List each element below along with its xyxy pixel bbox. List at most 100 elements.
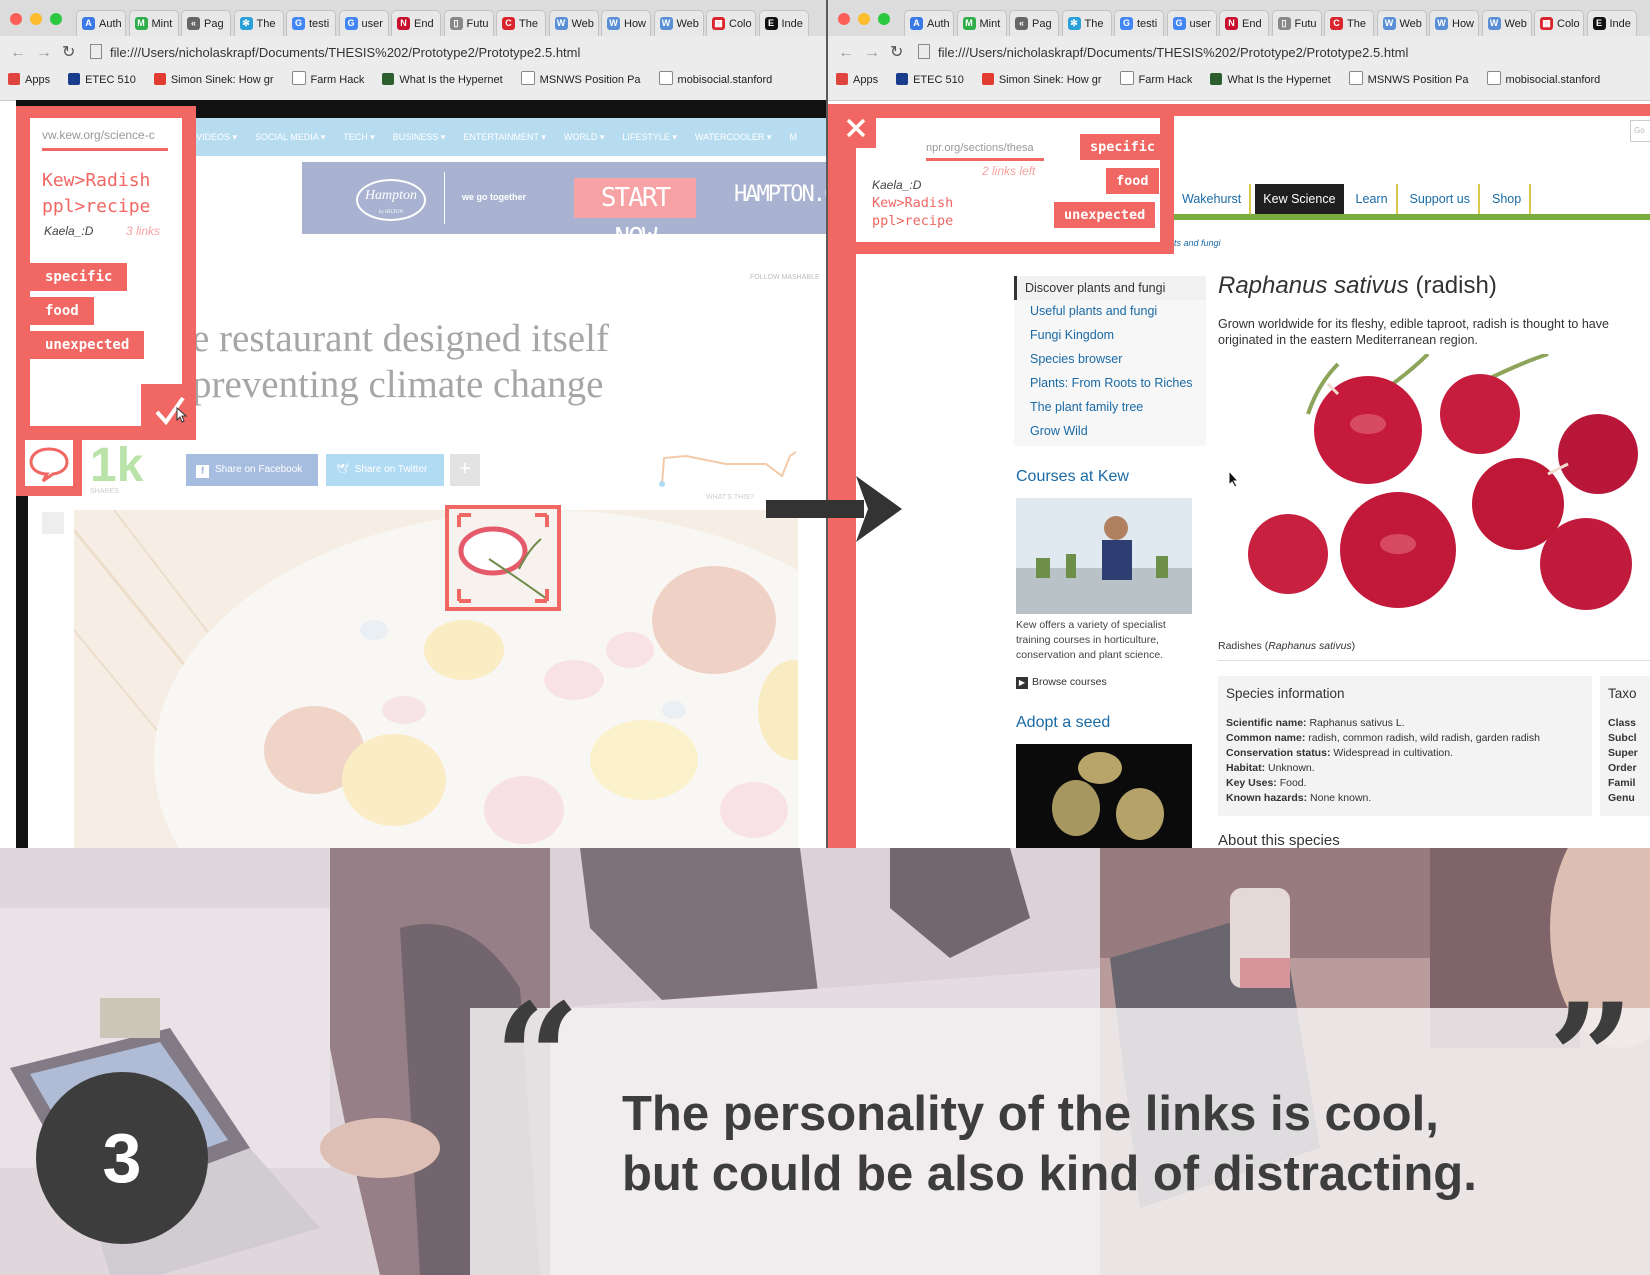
sidebar-link[interactable]: Species browser bbox=[1030, 352, 1122, 366]
kew-nav-item[interactable]: Wakehurst bbox=[1174, 184, 1252, 214]
address-bar[interactable]: file:///Users/nicholaskrapf/Documents/TH… bbox=[918, 40, 1640, 66]
browser-tab[interactable]: E Inde bbox=[1586, 10, 1637, 36]
tag-specific-button[interactable]: specific bbox=[30, 263, 128, 291]
site-nav-item[interactable]: SOCIAL MEDIA ▾ bbox=[255, 132, 325, 142]
browser-tab[interactable]: M Mint bbox=[128, 10, 179, 36]
kew-nav-item[interactable]: Shop bbox=[1484, 184, 1532, 214]
kew-nav-item[interactable]: Learn bbox=[1348, 184, 1398, 214]
minimize-window-button[interactable] bbox=[30, 13, 42, 25]
browser-tab[interactable]: Guser bbox=[1166, 10, 1217, 36]
courses-title[interactable]: Courses at Kew bbox=[1016, 468, 1129, 486]
site-nav-item[interactable]: TECH ▾ bbox=[343, 132, 375, 142]
bookmark-item[interactable]: Farm Hack bbox=[1119, 68, 1192, 92]
browser-tab[interactable]: Guser bbox=[338, 10, 389, 36]
bookmark-item[interactable]: What Is the Hypernet bbox=[1210, 68, 1331, 92]
tag-unexpected-button[interactable]: unexpected bbox=[1054, 202, 1156, 228]
zoom-window-button[interactable] bbox=[878, 13, 890, 25]
browser-tab[interactable]: C The bbox=[1324, 10, 1374, 36]
browser-tab[interactable]: N End bbox=[391, 10, 441, 36]
browser-tab[interactable]: Gtesti bbox=[1114, 10, 1164, 36]
close-panel-button[interactable] bbox=[836, 108, 876, 148]
bookmark-item[interactable]: Farm Hack bbox=[291, 68, 364, 92]
browser-tab[interactable]: ▯ Futu bbox=[443, 10, 494, 36]
bookmark-item[interactable]: mobisocial.stanford bbox=[1486, 68, 1600, 92]
share-twitter-button[interactable]: 🕊 Share on Twitter bbox=[326, 454, 444, 486]
bookmark-item[interactable]: ETEC 510 bbox=[68, 68, 136, 92]
browser-tab[interactable]: W Web bbox=[1376, 10, 1427, 36]
bookmark-item[interactable]: MSNWS Position Pa bbox=[520, 68, 641, 92]
browser-tab[interactable]: ▦ Colo bbox=[706, 10, 756, 36]
bookmarks-bar: Apps ETEC 510 Simon Sinek: How gr Farm Hack… bbox=[836, 68, 1650, 92]
browser-tab[interactable]: W Web bbox=[653, 10, 704, 36]
tag-food-button[interactable]: food bbox=[1106, 168, 1159, 194]
bookmark-item[interactable]: Simon Sinek: How gr bbox=[981, 68, 1102, 92]
back-arrow-icon[interactable]: ← bbox=[10, 40, 26, 66]
comment-button[interactable] bbox=[25, 440, 73, 486]
browse-courses-link[interactable]: ▶ Browse courses bbox=[1016, 676, 1107, 689]
reload-icon[interactable]: ↻ bbox=[890, 40, 903, 66]
reload-icon[interactable]: ↻ bbox=[62, 40, 75, 66]
forward-arrow-icon[interactable]: → bbox=[864, 40, 880, 66]
kew-nav-item[interactable]: Kew Science bbox=[1255, 184, 1344, 214]
browser-tab[interactable]: Gtesti bbox=[286, 10, 336, 36]
browser-tab[interactable]: A Auth bbox=[76, 10, 126, 36]
browser-tab[interactable]: C The bbox=[496, 10, 546, 36]
minimize-window-button[interactable] bbox=[858, 13, 870, 25]
site-nav-item[interactable]: VIDEOS ▾ bbox=[196, 132, 237, 142]
site-nav-item[interactable]: LIFESTYLE ▾ bbox=[622, 132, 677, 142]
tab-label: End bbox=[414, 18, 434, 30]
site-nav-item[interactable]: WATERCOOLER ▾ bbox=[695, 132, 772, 142]
bookmark-item[interactable]: mobisocial.stanford bbox=[658, 68, 772, 92]
breadcrumb[interactable]: ts and fungi bbox=[1174, 238, 1221, 248]
confirm-check-button[interactable] bbox=[141, 384, 196, 438]
browser-tab[interactable]: N End bbox=[1219, 10, 1269, 36]
browser-tab[interactable]: E Inde bbox=[758, 10, 809, 36]
bookmark-item[interactable]: ETEC 510 bbox=[896, 68, 964, 92]
zoom-window-button[interactable] bbox=[50, 13, 62, 25]
site-nav-item[interactable]: BUSINESS ▾ bbox=[393, 132, 446, 142]
tag-unexpected-button[interactable]: unexpected bbox=[30, 331, 145, 359]
forward-arrow-icon[interactable]: → bbox=[36, 40, 52, 66]
browser-tab[interactable]: W How bbox=[601, 10, 651, 36]
back-arrow-icon[interactable]: ← bbox=[838, 40, 854, 66]
tag-specific-button[interactable]: specific bbox=[1080, 134, 1166, 160]
repost-icon[interactable] bbox=[42, 512, 64, 534]
address-bar[interactable]: file:///Users/nicholaskrapf/Documents/TH… bbox=[90, 40, 816, 66]
sidebar-link[interactable]: Fungi Kingdom bbox=[1030, 328, 1114, 342]
bookmark-item[interactable]: What Is the Hypernet bbox=[382, 68, 503, 92]
close-window-button[interactable] bbox=[10, 13, 22, 25]
browser-tab[interactable]: « Pag bbox=[181, 10, 231, 36]
share-more-button[interactable]: + bbox=[450, 454, 480, 486]
adopt-title[interactable]: Adopt a seed bbox=[1016, 714, 1110, 732]
sidebar-link[interactable]: Grow Wild bbox=[1030, 424, 1088, 438]
browser-tab[interactable]: ✻ The bbox=[1061, 10, 1112, 36]
kew-nav-item[interactable]: Support us bbox=[1402, 184, 1480, 214]
browser-tab[interactable]: ✻ The bbox=[233, 10, 284, 36]
ad-cta-button[interactable]: START NOW bbox=[574, 178, 696, 253]
image-crop-selector[interactable] bbox=[445, 505, 561, 611]
ad-banner[interactable]: Hampton by HILTON we go together START N… bbox=[302, 162, 826, 253]
sidebar-link[interactable]: Plants: From Roots to Riches bbox=[1030, 376, 1193, 390]
browser-tab[interactable]: W How bbox=[1429, 10, 1479, 36]
browser-tab[interactable]: M Mint bbox=[956, 10, 1007, 36]
browser-tab[interactable]: ▦ Colo bbox=[1534, 10, 1584, 36]
close-window-button[interactable] bbox=[838, 13, 850, 25]
bookmark-item[interactable]: Simon Sinek: How gr bbox=[153, 68, 274, 92]
species-fact-row: Known hazards: None known. bbox=[1226, 792, 1372, 804]
site-nav-item[interactable]: M bbox=[789, 132, 797, 142]
bookmark-item[interactable]: Apps bbox=[8, 68, 50, 92]
bookmark-item[interactable]: MSNWS Position Pa bbox=[1348, 68, 1469, 92]
sidebar-link[interactable]: Useful plants and fungi bbox=[1030, 304, 1157, 318]
browser-tab[interactable]: W Web bbox=[1481, 10, 1532, 36]
sidebar-link[interactable]: The plant family tree bbox=[1030, 400, 1143, 414]
browser-tab[interactable]: ▯ Futu bbox=[1271, 10, 1322, 36]
bookmark-item[interactable]: Apps bbox=[836, 68, 878, 92]
browser-tab[interactable]: W Web bbox=[548, 10, 599, 36]
share-facebook-button[interactable]: f Share on Facebook bbox=[186, 454, 318, 486]
browser-tab[interactable]: « Pag bbox=[1009, 10, 1059, 36]
browser-tab[interactable]: A Auth bbox=[904, 10, 954, 36]
site-nav-item[interactable]: ENTERTAINMENT ▾ bbox=[463, 132, 546, 142]
tag-food-button[interactable]: food bbox=[30, 297, 94, 325]
site-nav-item[interactable]: WORLD ▾ bbox=[564, 132, 605, 142]
kew-search-box[interactable]: Go bbox=[1630, 120, 1650, 142]
